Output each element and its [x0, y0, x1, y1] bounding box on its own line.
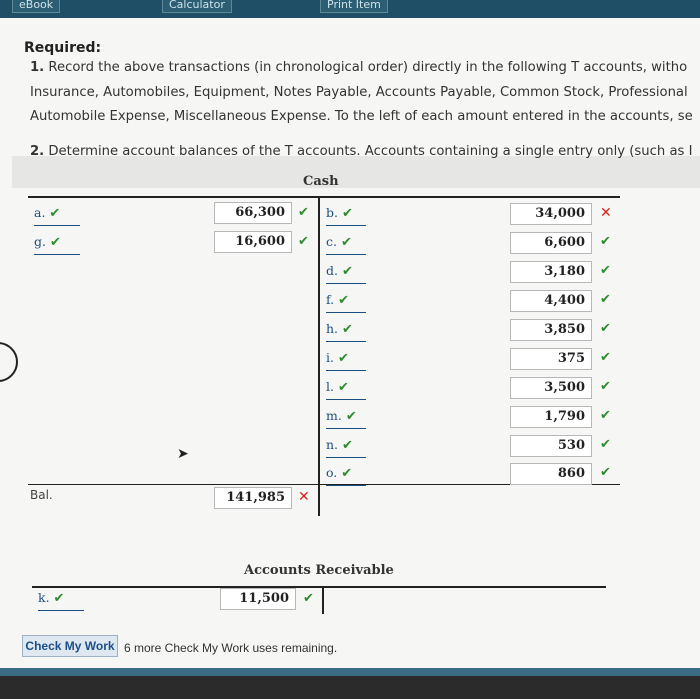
instruction-1-line-1: 1. Record the above transactions (in chr…: [30, 60, 688, 75]
bottom-bar-strip: [0, 668, 700, 676]
check-icon: ✔: [338, 293, 350, 308]
ebook-tab[interactable]: eBook: [12, 0, 61, 13]
x-mark-icon: ✕: [600, 205, 612, 221]
cash-debit-label-a[interactable]: a. ✔: [34, 205, 80, 226]
check-my-work-button[interactable]: Check My Work: [22, 635, 118, 657]
check-icon: ✔: [337, 351, 349, 366]
bottom-bar: [0, 668, 700, 699]
instruction-1-line-3: Automobile Expense, Miscellaneous Expens…: [30, 109, 693, 124]
cash-credit-amount-n[interactable]: 530: [510, 435, 592, 457]
check-icon: ✔: [298, 234, 309, 249]
check-icon: ✔: [298, 205, 309, 220]
cash-credit-label-d[interactable]: d. ✔: [326, 263, 366, 284]
check-icon: ✔: [340, 235, 352, 250]
calculator-tab[interactable]: Calculator: [162, 0, 232, 13]
cash-balance-label: Bal.: [30, 488, 53, 502]
check-icon: ✔: [345, 409, 357, 424]
cash-debit-label-g[interactable]: g. ✔: [34, 234, 80, 255]
cash-credit-amount-h[interactable]: 3,850: [510, 319, 592, 341]
instruction-1-line-2: Insurance, Automobiles, Equipment, Notes…: [30, 85, 688, 100]
check-icon: ✔: [600, 465, 611, 480]
cash-credit-label-m[interactable]: m. ✔: [326, 408, 366, 429]
check-icon: ✔: [342, 322, 353, 337]
cash-top-rule: [28, 196, 620, 198]
check-icon: ✔: [53, 591, 65, 606]
check-icon: ✔: [600, 263, 611, 278]
cash-credit-label-b[interactable]: b. ✔: [326, 205, 366, 226]
cash-debit-amount-a[interactable]: 66,300: [214, 202, 292, 224]
cash-credit-label-c[interactable]: c. ✔: [326, 234, 366, 255]
cash-center-rule: [318, 196, 320, 516]
cash-debit-amount-g[interactable]: 16,600: [214, 231, 292, 253]
check-icon: ✔: [341, 206, 353, 221]
instruction-2-line-1: 2. Determine account balances of the T a…: [30, 144, 693, 159]
cash-credit-label-n[interactable]: n. ✔: [326, 437, 366, 458]
check-icon: ✔: [600, 379, 611, 394]
check-icon: ✔: [337, 380, 349, 395]
ar-debit-label-k[interactable]: k. ✔: [38, 590, 84, 611]
uses-remaining-text: 6 more Check My Work uses remaining.: [124, 641, 338, 655]
ar-top-rule: [32, 586, 606, 588]
cash-credit-amount-o[interactable]: 860: [510, 463, 592, 485]
check-icon: ✔: [600, 321, 611, 336]
check-icon: ✔: [303, 591, 314, 606]
cash-title: Cash: [303, 174, 339, 189]
x-mark-icon: ✕: [298, 489, 310, 505]
cash-credit-amount-l[interactable]: 3,500: [510, 377, 592, 399]
cash-credit-label-f[interactable]: f. ✔: [326, 292, 366, 313]
check-icon: ✔: [600, 437, 611, 452]
cash-balance-amount[interactable]: 141,985: [214, 487, 292, 509]
cash-credit-amount-c[interactable]: 6,600: [510, 232, 592, 254]
check-icon: ✔: [600, 234, 611, 249]
instruction-2-band: [12, 156, 700, 188]
check-icon: ✔: [49, 206, 61, 221]
check-icon: ✔: [600, 292, 611, 307]
cash-credit-label-o[interactable]: o. ✔: [326, 465, 366, 486]
check-icon: ✔: [49, 235, 61, 250]
cash-credit-label-l[interactable]: l. ✔: [326, 379, 366, 400]
check-icon: ✔: [600, 350, 611, 365]
cash-credit-amount-f[interactable]: 4,400: [510, 290, 592, 312]
cash-credit-label-h[interactable]: h. ✔: [326, 321, 366, 342]
top-toolbar: eBook Calculator Print Item: [0, 0, 700, 18]
cash-credit-amount-i[interactable]: 375: [510, 348, 592, 370]
print-item-tab[interactable]: Print Item: [320, 0, 388, 13]
cash-credit-amount-m[interactable]: 1,790: [510, 406, 592, 428]
cash-credit-label-i[interactable]: i. ✔: [326, 350, 366, 371]
cash-credit-amount-b[interactable]: 34,000: [510, 203, 592, 225]
cash-credit-amount-d[interactable]: 3,180: [510, 261, 592, 283]
check-icon: ✔: [341, 466, 353, 481]
accounts-receivable-title: Accounts Receivable: [244, 563, 394, 578]
mouse-cursor-icon: ➤: [177, 446, 189, 462]
check-icon: ✔: [342, 438, 353, 453]
required-heading: Required:: [24, 40, 102, 56]
check-icon: ✔: [341, 264, 353, 279]
check-icon: ✔: [600, 408, 611, 423]
ar-center-rule: [322, 586, 324, 614]
ar-debit-amount-k[interactable]: 11,500: [220, 588, 296, 610]
